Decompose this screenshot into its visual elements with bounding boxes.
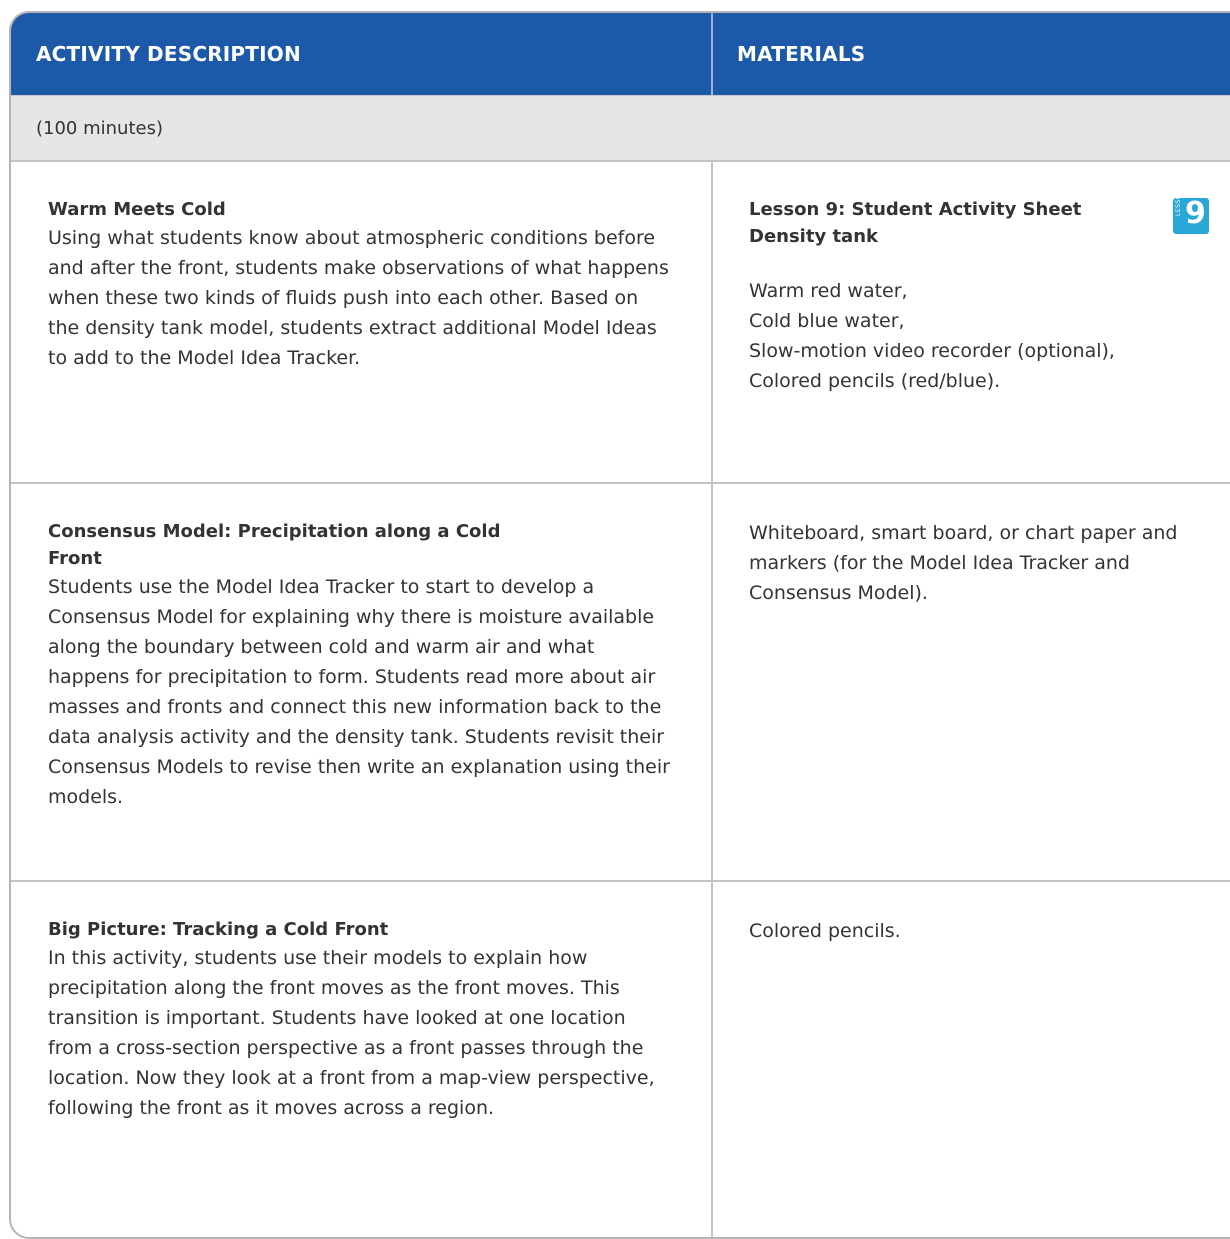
table-row: Warm Meets Cold Using what students know… bbox=[11, 162, 1230, 484]
lesson-9-badge-icon: LESSON 9 bbox=[1173, 189, 1209, 234]
materials-cell: Whiteboard, smart board, or chart paper … bbox=[713, 484, 1230, 880]
table-row: Consensus Model: Precipitation along a C… bbox=[11, 484, 1230, 882]
duration-text: (100 minutes) bbox=[36, 117, 163, 139]
activity-table: ACTIVITY DESCRIPTION MATERIALS (100 minu… bbox=[9, 11, 1230, 1239]
materials-cell: Colored pencils. bbox=[713, 882, 1230, 1237]
activity-description: In this activity, students use their mod… bbox=[48, 947, 655, 1119]
materials-header: MATERIALS bbox=[737, 42, 866, 66]
activity-title: Warm Meets Cold bbox=[48, 199, 226, 220]
lesson-word: LESSON bbox=[1175, 189, 1182, 216]
list-item: Warm red water, bbox=[749, 280, 908, 302]
list-item: Slow-motion video recorder (optional), bbox=[749, 340, 1115, 362]
duration-row: (100 minutes) bbox=[11, 95, 1230, 162]
list-item: Cold blue water, bbox=[749, 310, 905, 332]
materials-heading: Lesson 9: Student Activity Sheet bbox=[749, 199, 1082, 220]
activity-description: Students use the Model Idea Tracker to s… bbox=[48, 576, 670, 808]
materials-cell: Lesson 9: Student Activity Sheet Density… bbox=[713, 162, 1230, 482]
activity-description: Using what students know about atmospher… bbox=[48, 227, 669, 369]
activity-title: Big Picture: Tracking a Cold Front bbox=[48, 919, 389, 940]
activity-description-header: ACTIVITY DESCRIPTION bbox=[11, 13, 713, 95]
activity-title: Consensus Model: Precipitation along a C… bbox=[48, 521, 501, 569]
materials-text: Whiteboard, smart board, or chart paper … bbox=[749, 522, 1178, 604]
materials-heading-group: Lesson 9: Student Activity Sheet Density… bbox=[749, 189, 1221, 250]
table-row: Big Picture: Tracking a Cold Front In th… bbox=[11, 882, 1230, 1237]
materials-subheading: Density tank bbox=[749, 226, 878, 247]
lesson-number: 9 bbox=[1185, 196, 1206, 231]
table-header: ACTIVITY DESCRIPTION MATERIALS bbox=[11, 13, 1230, 95]
activity-cell: Big Picture: Tracking a Cold Front In th… bbox=[11, 882, 713, 1237]
list-item: Colored pencils (red/blue). bbox=[749, 370, 1001, 392]
materials-text: Colored pencils. bbox=[749, 920, 901, 942]
activity-cell: Warm Meets Cold Using what students know… bbox=[11, 162, 713, 482]
materials-list: Warm red water, Cold blue water, Slow-mo… bbox=[749, 276, 1221, 396]
activity-cell: Consensus Model: Precipitation along a C… bbox=[11, 484, 713, 880]
